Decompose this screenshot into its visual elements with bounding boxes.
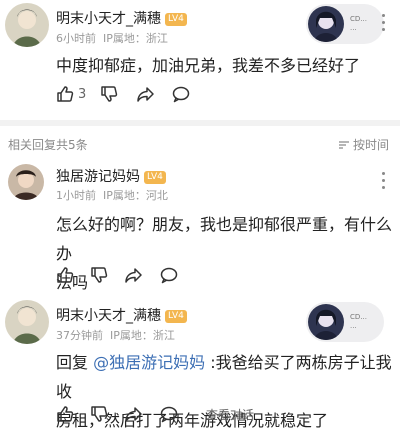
share-button[interactable]: [124, 266, 143, 284]
like-button[interactable]: [56, 266, 74, 284]
avatar-image: [5, 300, 49, 344]
thumbs-up-icon: [57, 86, 74, 102]
like-button[interactable]: 3: [56, 85, 86, 103]
timestamp: 37分钟前: [56, 329, 103, 342]
thumbs-down-icon: [101, 86, 118, 102]
badge-text: CD......: [350, 313, 367, 330]
view-conversation-link[interactable]: 查看对话: [206, 406, 254, 423]
reply-button[interactable]: [160, 266, 178, 284]
avatar[interactable]: [5, 300, 49, 344]
like-count: 3: [78, 86, 87, 102]
ip-location: IP属地：河北: [103, 189, 168, 202]
reply-button[interactable]: [160, 405, 178, 423]
avatar[interactable]: [5, 3, 49, 47]
share-icon: [137, 87, 154, 102]
section-divider: [0, 120, 400, 126]
reply-button[interactable]: [172, 85, 190, 103]
share-button[interactable]: [124, 405, 143, 423]
level-badge: LV4: [144, 171, 166, 184]
author-name[interactable]: 独居游记妈妈 LV4: [56, 166, 166, 186]
dislike-button[interactable]: [90, 405, 108, 423]
share-button[interactable]: [136, 85, 155, 103]
thumbs-up-icon: [57, 406, 74, 422]
level-badge: LV4: [165, 310, 187, 323]
comment-meta: 6小时前 IP属地：浙江: [56, 30, 168, 46]
comment-meta: 37分钟前 IP属地：浙江: [56, 327, 175, 343]
share-icon: [125, 407, 142, 422]
comment-meta: 1小时前 IP属地：河北: [56, 187, 168, 203]
timestamp: 1小时前: [56, 189, 96, 202]
like-button[interactable]: [56, 405, 74, 423]
badge-avatar: [308, 6, 344, 42]
author-name[interactable]: 明末小天才_满穗 LV4: [56, 305, 187, 325]
author-name[interactable]: 明末小天才_满穗 LV4: [56, 8, 187, 28]
avatar-image: [8, 164, 44, 200]
fan-badge[interactable]: CD......: [306, 4, 384, 44]
share-icon: [125, 268, 142, 283]
level-badge: LV4: [165, 13, 187, 26]
comment-content: 中度抑郁症，加油兄弟，我差不多已经好了: [56, 56, 361, 75]
comment-icon: [160, 267, 178, 284]
thumbs-down-icon: [91, 406, 108, 422]
more-options-icon[interactable]: [382, 14, 386, 35]
dislike-button[interactable]: [100, 85, 118, 103]
comment-icon: [160, 406, 178, 423]
timestamp: 6小时前: [56, 32, 96, 45]
avatar-image: [5, 3, 49, 47]
badge-avatar: [308, 304, 344, 340]
thumbs-down-icon: [91, 267, 108, 283]
badge-text: CD......: [350, 15, 367, 32]
comment-icon: [172, 86, 190, 103]
dislike-button[interactable]: [90, 266, 108, 284]
replies-count-label: 相关回复共5条: [8, 138, 88, 152]
mention-link[interactable]: @独居游记妈妈: [93, 353, 205, 372]
avatar[interactable]: [8, 164, 44, 200]
sort-toggle[interactable]: 按时间: [338, 136, 389, 153]
fan-badge[interactable]: CD......: [306, 302, 384, 342]
more-options-icon[interactable]: [382, 172, 386, 193]
ip-location: IP属地：浙江: [110, 329, 175, 342]
sort-icon: [339, 140, 349, 149]
ip-location: IP属地：浙江: [103, 32, 168, 45]
thumbs-up-icon: [57, 267, 74, 283]
